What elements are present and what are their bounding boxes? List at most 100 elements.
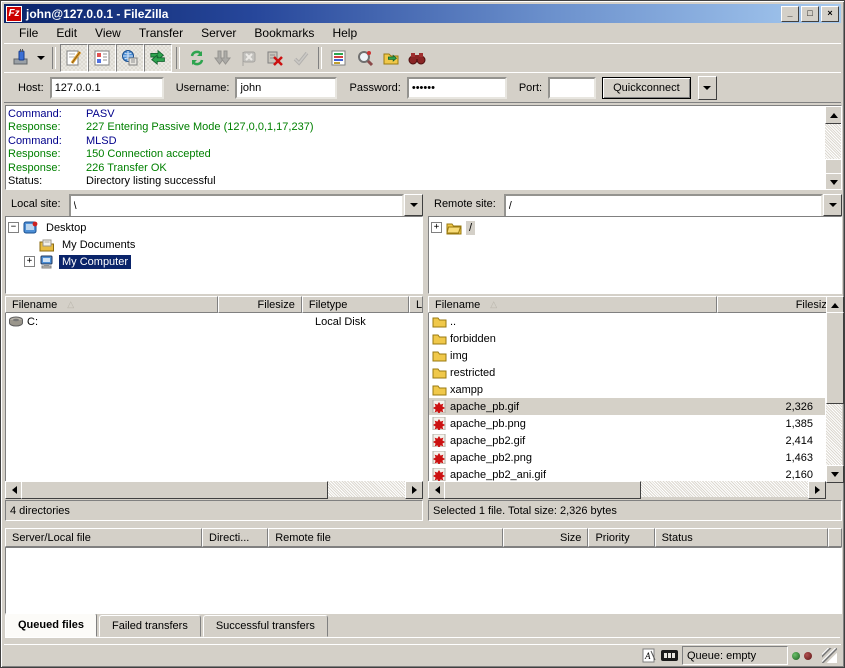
chevron-down-icon [703,86,711,90]
reconnect-button[interactable] [288,45,314,71]
log-line: Command:MLSD [8,135,823,148]
log-line: Status:Directory listing successful [8,175,823,188]
directory-filters-button[interactable] [326,45,352,71]
column-last-modified[interactable]: L [409,296,423,313]
column-server-local-file[interactable]: Server/Local file [5,528,202,547]
local-file-row[interactable]: C: Local Disk [6,313,422,330]
expand-icon[interactable]: + [431,222,442,233]
tab-failed-transfers[interactable]: Failed transfers [99,615,201,637]
tree-item-my-documents[interactable]: My Documents [8,236,422,253]
host-label: Host: [18,82,44,94]
scrollbar-thumb[interactable] [826,312,844,404]
menu-file[interactable]: File [10,24,47,42]
toggle-queue-button[interactable] [144,44,172,72]
password-label: Password: [349,82,400,94]
username-input[interactable] [235,77,337,99]
remote-status-bar: Selected 1 file. Total size: 2,326 bytes [428,500,842,521]
remote-hscrollbar[interactable] [428,481,826,497]
scroll-up-button[interactable] [825,106,842,124]
column-remote-file[interactable]: Remote file [268,528,502,547]
column-direction[interactable]: Directi... [202,528,268,547]
remote-file-row[interactable]: xampp [429,381,825,398]
log-scrollbar[interactable] [825,106,841,189]
binoculars-icon [408,49,426,67]
site-manager-dropdown[interactable] [34,45,48,71]
remote-file-row[interactable]: .. [429,313,825,330]
cancel-button[interactable] [236,45,262,71]
site-manager-icon [12,49,30,67]
tree-item-root[interactable]: + / [431,219,841,236]
remote-site-input[interactable] [504,194,823,218]
remote-file-row[interactable]: forbidden [429,330,825,347]
refresh-button[interactable] [184,45,210,71]
column-status[interactable]: Status [655,528,828,547]
my-computer-icon [39,255,55,269]
toggle-remote-tree-button[interactable] [116,44,144,72]
close-button[interactable]: × [821,6,839,22]
file-search-button[interactable] [352,45,378,71]
image-file-icon [431,417,447,430]
tree-item-desktop[interactable]: − Desktop [8,219,422,236]
tree-item-my-computer[interactable]: + My Computer [8,253,422,270]
column-filetype[interactable]: Filetype [302,296,409,313]
column-filename[interactable]: Filename△ [5,296,218,313]
local-site-label: Local site: [5,198,69,210]
scroll-down-button[interactable] [825,173,842,190]
tab-successful-transfers[interactable]: Successful transfers [203,615,328,637]
local-site-dropdown[interactable] [404,194,423,216]
column-priority[interactable]: Priority [588,528,654,547]
password-input[interactable] [407,77,507,99]
remote-file-row[interactable]: restricted [429,364,825,381]
quickconnect-dropdown[interactable] [698,76,717,100]
local-site-input[interactable] [69,194,404,218]
remote-list-header: Filename△ Filesize [428,296,842,313]
maximize-button[interactable]: □ [801,6,819,22]
remote-vscrollbar[interactable] [826,296,842,481]
expand-icon[interactable]: + [24,256,35,267]
menu-bookmarks[interactable]: Bookmarks [245,24,323,42]
scrollbar-thumb[interactable] [21,481,328,499]
remote-file-row[interactable]: apache_pb2.gif 2,414 [429,432,825,449]
column-filename[interactable]: Filename△ [428,296,717,313]
title-bar[interactable]: Fz john@127.0.0.1 - FileZilla _ □ × [4,4,841,23]
remote-file-row[interactable]: apache_pb2_ani.gif 2,160 [429,466,825,481]
log-line: Response:226 Transfer OK [8,162,823,175]
menu-help[interactable]: Help [323,24,366,42]
minimize-button[interactable]: _ [781,6,799,22]
column-filesize[interactable]: Filesize [218,296,302,313]
menu-server[interactable]: Server [192,24,245,42]
remote-site-combo[interactable] [504,194,842,214]
scroll-right-button[interactable] [405,481,423,499]
remote-file-row-selected[interactable]: apache_pb.gif 2,326 [429,398,825,415]
menu-view[interactable]: View [86,24,130,42]
scroll-right-button[interactable] [808,481,826,499]
remote-site-dropdown[interactable] [823,194,842,216]
column-filesize[interactable]: Filesize [717,296,840,313]
process-queue-button[interactable] [210,45,236,71]
transfer-queue-list[interactable] [5,547,842,614]
synchronized-browsing-button[interactable] [378,45,404,71]
site-manager-button[interactable] [8,45,34,71]
remote-file-row[interactable]: apache_pb2.png 1,463 [429,449,825,466]
host-input[interactable] [50,77,164,99]
tab-queued-files[interactable]: Queued files [5,613,97,637]
quickconnect-button[interactable]: Quickconnect [602,77,691,99]
local-hscrollbar[interactable] [5,481,423,497]
menu-edit[interactable]: Edit [47,24,86,42]
menu-transfer[interactable]: Transfer [130,24,192,42]
my-documents-icon [39,238,55,252]
collapse-icon[interactable]: − [8,222,19,233]
resize-grip[interactable] [822,648,837,663]
port-input[interactable] [548,77,596,99]
directory-comparison-button[interactable] [404,45,430,71]
remote-status-text: Selected 1 file. Total size: 2,326 bytes [433,505,617,517]
remote-file-row[interactable]: apache_pb.png 1,385 [429,415,825,432]
scroll-down-button[interactable] [826,465,844,483]
scrollbar-thumb[interactable] [444,481,641,499]
remote-file-row[interactable]: img [429,347,825,364]
disconnect-button[interactable] [262,45,288,71]
local-site-combo[interactable] [69,194,423,214]
toggle-local-tree-button[interactable] [88,44,116,72]
column-size[interactable]: Size [503,528,589,547]
toggle-message-log-button[interactable] [60,44,88,72]
